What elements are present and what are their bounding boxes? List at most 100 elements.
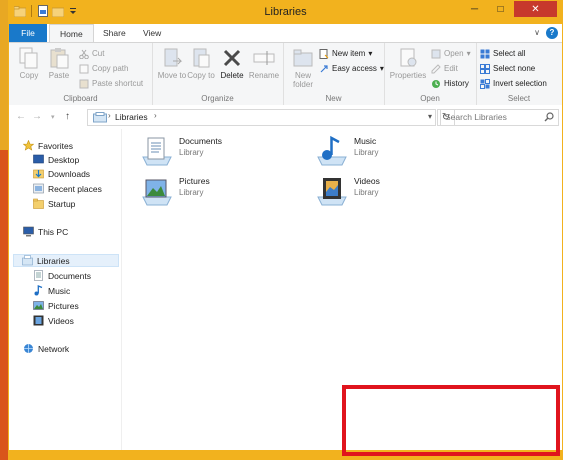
easy-access-icon: [319, 64, 329, 74]
copy-path-button[interactable]: Copy path: [79, 62, 128, 75]
nav-item-downloads[interactable]: Downloads: [33, 167, 90, 180]
copy-to-label: Copy to: [187, 71, 215, 80]
tab-share[interactable]: Share: [93, 24, 136, 42]
library-type-videos: Library: [354, 188, 379, 197]
videos-icon: [33, 315, 44, 326]
edit-button[interactable]: Edit: [431, 62, 458, 75]
select-none-button[interactable]: Select none: [480, 62, 535, 75]
new-item-button[interactable]: New item ▾: [319, 47, 372, 60]
tab-file[interactable]: File: [9, 24, 47, 42]
paste-shortcut-button[interactable]: Paste shortcut: [79, 77, 143, 90]
nav-item-music[interactable]: Music: [33, 284, 70, 297]
copy-to-icon: [190, 47, 212, 69]
open-dropdown-icon: ▾: [466, 49, 471, 58]
delete-label: Delete: [220, 71, 244, 80]
nav-label-pictures: Pictures: [48, 300, 79, 311]
network-icon: [23, 343, 34, 354]
search-input[interactable]: Search Libraries: [440, 109, 559, 126]
maximize-button[interactable]: □: [488, 1, 513, 17]
forward-arrow-icon[interactable]: →: [32, 111, 42, 122]
copy-icon: [18, 47, 40, 69]
select-group: Select all Select none Invert selection …: [476, 43, 562, 105]
nav-item-favorites[interactable]: Favorites: [22, 139, 73, 152]
minimize-button[interactable]: ─: [462, 1, 487, 17]
back-arrow-icon[interactable]: ←: [16, 111, 26, 122]
move-to-button[interactable]: Move to: [156, 45, 188, 80]
cut-button[interactable]: Cut: [79, 47, 104, 60]
nav-item-libraries[interactable]: Libraries: [13, 254, 119, 267]
nav-item-this-pc[interactable]: This PC: [23, 225, 68, 238]
copy-button[interactable]: Copy: [13, 45, 45, 80]
breadcrumb-chevron-icon[interactable]: ›: [154, 111, 157, 120]
invert-selection-button[interactable]: Invert selection: [480, 77, 547, 90]
nav-label-this-pc: This PC: [38, 226, 69, 237]
select-all-icon: [480, 49, 490, 59]
nav-item-videos[interactable]: Videos: [33, 314, 74, 327]
library-name-documents: Documents: [179, 136, 222, 146]
new-item-icon: [319, 48, 329, 59]
ribbon: Copy Paste Cut Copy path Paste shortcut …: [9, 42, 562, 106]
address-dropdown-icon[interactable]: ▾: [428, 112, 432, 121]
library-tile-pictures[interactable]: Pictures Library: [141, 175, 210, 207]
history-button[interactable]: History: [431, 77, 469, 90]
desktop-background: [0, 150, 8, 460]
breadcrumb-libraries[interactable]: Libraries: [115, 112, 148, 122]
ribbon-collapse-chevron-icon[interactable]: ∨: [534, 28, 540, 37]
search-icon[interactable]: [544, 112, 554, 124]
nav-item-network[interactable]: Network: [23, 342, 69, 355]
library-tile-documents[interactable]: Documents Library: [141, 135, 222, 167]
delete-button[interactable]: Delete: [216, 45, 248, 80]
paste-shortcut-label: Paste shortcut: [92, 79, 144, 88]
open-group-label: Open: [420, 94, 440, 103]
tab-home[interactable]: Home: [49, 24, 94, 42]
open-label: Open: [444, 49, 464, 58]
copy-to-button[interactable]: Copy to: [185, 45, 217, 80]
desktop-icon: [33, 154, 44, 165]
recent-locations-chevron-icon[interactable]: ▾: [51, 113, 55, 121]
nav-item-startup[interactable]: Startup: [33, 197, 75, 210]
nav-label-videos: Videos: [48, 315, 74, 326]
open-button[interactable]: Open ▾: [431, 47, 471, 60]
music-library-icon: [316, 135, 348, 167]
documents-text: Documents Library: [179, 135, 222, 167]
tab-view[interactable]: View: [133, 24, 171, 42]
select-all-button[interactable]: Select all: [480, 47, 525, 60]
nav-item-desktop[interactable]: Desktop: [33, 153, 79, 166]
nav-item-documents[interactable]: Documents: [33, 269, 91, 282]
new-folder-button[interactable]: New folder: [287, 45, 319, 89]
nav-item-pictures[interactable]: Pictures: [33, 299, 79, 312]
open-icon: [431, 49, 441, 59]
close-button[interactable]: ✕: [514, 1, 557, 17]
properties-button[interactable]: Properties: [388, 45, 428, 80]
edit-icon: [431, 63, 441, 74]
library-tile-music[interactable]: Music Library: [316, 135, 378, 167]
nav-label-favorites: Favorites: [38, 140, 73, 151]
select-all-label: Select all: [493, 49, 526, 58]
search-placeholder: Search Libraries: [445, 112, 507, 122]
nav-item-recent-places[interactable]: Recent places: [33, 182, 102, 195]
library-type-pictures: Library: [179, 188, 204, 197]
cut-label: Cut: [92, 49, 105, 58]
nav-label-documents: Documents: [48, 270, 91, 281]
music-text: Music Library: [354, 135, 378, 167]
up-arrow-icon[interactable]: ↑: [65, 111, 70, 122]
pictures-icon: [33, 300, 44, 311]
startup-folder-icon: [33, 198, 44, 209]
help-button[interactable]: ?: [546, 27, 558, 39]
new-folder-label: New folder: [292, 71, 313, 89]
nav-label-recent-places: Recent places: [48, 183, 102, 194]
easy-access-button[interactable]: Easy access ▾: [319, 62, 384, 75]
move-to-label: Move to: [157, 71, 187, 80]
star-icon: [22, 139, 35, 151]
address-box[interactable]: › Libraries › ▾: [87, 109, 436, 126]
properties-icon: [397, 47, 419, 69]
paste-button[interactable]: Paste: [43, 45, 75, 80]
computer-icon: [23, 226, 34, 237]
rename-button[interactable]: Rename: [248, 45, 280, 80]
library-tile-videos[interactable]: Videos Library: [316, 175, 380, 207]
recent-places-icon: [33, 183, 44, 194]
select-none-label: Select none: [493, 64, 536, 73]
documents-icon: [33, 270, 44, 281]
clipboard-group-label: Clipboard: [63, 94, 98, 103]
new-folder-icon: [292, 47, 314, 69]
